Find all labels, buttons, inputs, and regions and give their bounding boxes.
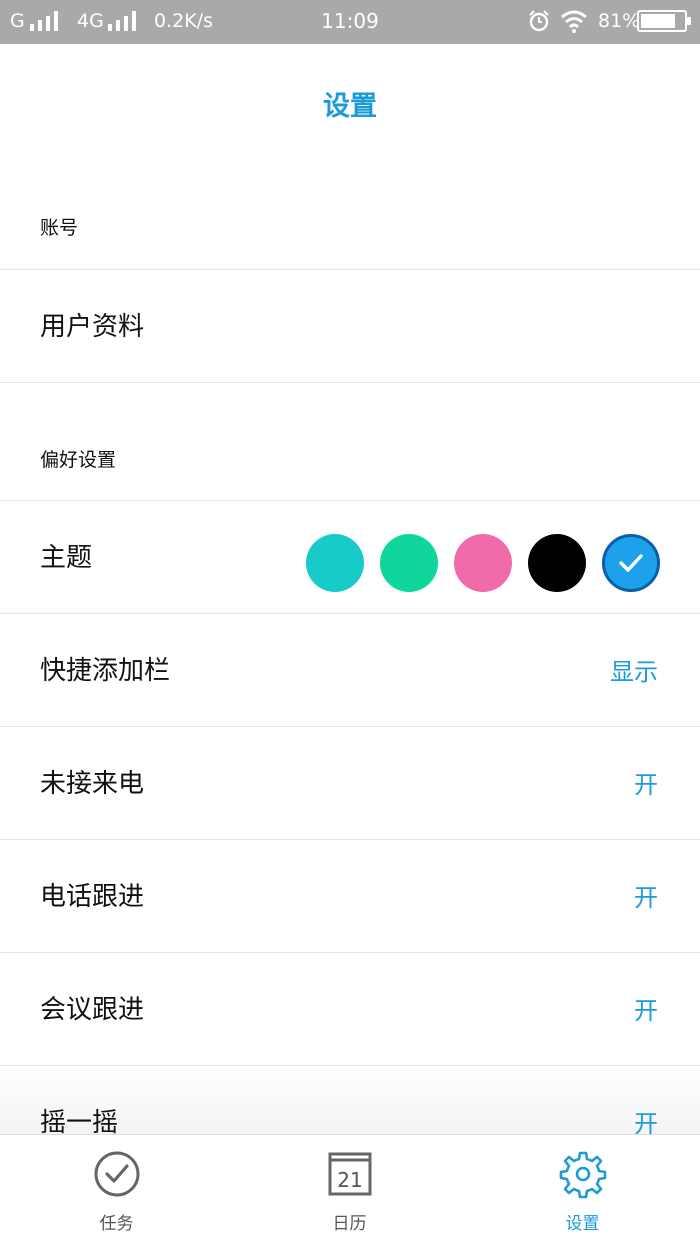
check-circle-icon bbox=[94, 1151, 139, 1197]
battery-icon bbox=[637, 10, 691, 32]
user-profile-row[interactable]: 用户资料 bbox=[0, 269, 700, 382]
meeting-followup-label: 会议跟进 bbox=[40, 995, 145, 1025]
quick-add-bar-row[interactable]: 快捷添加栏 显示 bbox=[0, 613, 700, 726]
alarm-icon bbox=[529, 10, 549, 32]
checkmark-icon bbox=[619, 554, 643, 572]
calendar-day: 21 bbox=[337, 1168, 362, 1192]
theme-color-swatch[interactable] bbox=[528, 534, 586, 592]
status-bar: G 4G 0.2K/s 11:09 81% bbox=[0, 0, 700, 44]
theme-color-swatch[interactable] bbox=[602, 534, 660, 592]
battery-fill bbox=[641, 14, 676, 28]
wifi-icon bbox=[561, 10, 587, 33]
clock: 11:09 bbox=[321, 9, 379, 33]
meeting-followup-value: 开 bbox=[634, 997, 658, 1025]
theme-color-swatch[interactable] bbox=[454, 534, 512, 592]
call-followup-value: 开 bbox=[634, 884, 658, 912]
section-label-account: 账号 bbox=[40, 217, 79, 239]
bottom-tab-bar: 任务 21 日历 设置 bbox=[0, 1134, 700, 1244]
quick-add-bar-label: 快捷添加栏 bbox=[40, 656, 171, 686]
battery-percent: 81% bbox=[598, 10, 641, 32]
meeting-followup-row[interactable]: 会议跟进 开 bbox=[0, 952, 700, 1065]
tab-calendar[interactable]: 21 日历 bbox=[233, 1135, 466, 1244]
theme-color-swatch[interactable] bbox=[380, 534, 438, 592]
tab-settings[interactable]: 设置 bbox=[466, 1135, 699, 1244]
tab-tasks[interactable]: 任务 bbox=[0, 1135, 233, 1244]
preferences-section: 偏好设置 bbox=[0, 382, 700, 500]
tab-settings-label: 设置 bbox=[565, 1214, 600, 1234]
section-label-preferences: 偏好设置 bbox=[40, 449, 117, 471]
page-title: 设置 bbox=[323, 91, 377, 122]
theme-color-swatch[interactable] bbox=[306, 534, 364, 592]
theme-row: 主题 bbox=[0, 500, 700, 613]
tab-calendar-label: 日历 bbox=[332, 1214, 367, 1234]
missed-call-value: 开 bbox=[634, 771, 658, 799]
quick-add-bar-value: 显示 bbox=[610, 658, 658, 686]
call-followup-label: 电话跟进 bbox=[40, 882, 145, 912]
gear-icon bbox=[559, 1151, 606, 1199]
theme-swatches bbox=[306, 534, 662, 592]
call-followup-row[interactable]: 电话跟进 开 bbox=[0, 839, 700, 952]
user-profile-label: 用户资料 bbox=[40, 312, 145, 342]
tab-tasks-label: 任务 bbox=[99, 1214, 134, 1234]
missed-call-label: 未接来电 bbox=[40, 769, 145, 799]
missed-call-row[interactable]: 未接来电 开 bbox=[0, 726, 700, 839]
header: 设置 bbox=[0, 44, 700, 156]
calendar-icon: 21 bbox=[328, 1152, 371, 1196]
theme-label: 主题 bbox=[40, 543, 93, 573]
